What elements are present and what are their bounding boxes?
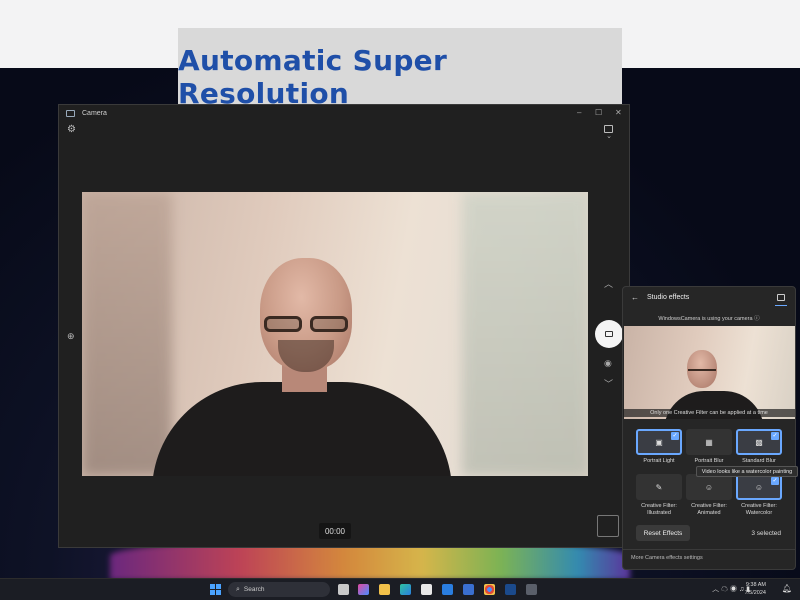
info-icon[interactable]: ⓘ — [754, 316, 760, 322]
edge-icon[interactable] — [400, 584, 411, 595]
camera-app-icon — [66, 109, 75, 117]
last-capture-thumbnail[interactable] — [597, 515, 619, 537]
photo-mode-icon[interactable]: ◉ — [604, 358, 612, 369]
checkmark-icon: ✓ — [771, 432, 779, 440]
standard-blur-tile[interactable]: ▩ ✓ — [736, 429, 782, 455]
chrome-icon[interactable] — [484, 584, 495, 595]
copilot-icon[interactable] — [358, 584, 369, 595]
taskbar: ⌕ Search ︿ ☁ ◉ ♫ ▮ 9:38 AM 7/5/2024 🔔︎ — [0, 578, 800, 600]
portrait-light-tile[interactable]: ▣ ✓ — [636, 429, 682, 455]
checkmark-icon: ✓ — [771, 477, 779, 485]
camera-app-taskbar-icon[interactable] — [526, 584, 537, 595]
camera-preview — [82, 192, 588, 476]
selected-count: 3 selected — [751, 530, 781, 537]
creative-animated-tile[interactable]: ☺ — [686, 474, 732, 500]
illustrated-icon: ✎ — [655, 482, 663, 492]
video-camera-icon — [605, 331, 613, 337]
camera-usage-note: WindowsCamera is using your camera ⓘ — [658, 316, 760, 322]
file-explorer-icon[interactable] — [379, 584, 390, 595]
back-arrow-icon[interactable]: ← — [631, 293, 639, 302]
tile-label: Portrait Blur — [694, 458, 724, 464]
store-icon[interactable] — [421, 584, 432, 595]
studio-title: Studio effects — [647, 294, 690, 301]
chevron-down-icon[interactable]: ﹀ — [604, 377, 613, 390]
search-icon: ⌕ — [236, 585, 240, 593]
chevron-up-icon[interactable]: ︿ — [604, 277, 613, 290]
tile-label: Standard Blur — [742, 458, 776, 464]
portrait-blur-tile[interactable]: ▦ — [686, 429, 732, 455]
recording-timer: 00:00 — [319, 523, 351, 539]
more-settings-link[interactable]: More Camera effects settings — [631, 555, 703, 561]
video-mode-button[interactable] — [595, 320, 623, 348]
zoom-icon[interactable]: ⊕ — [67, 331, 75, 342]
photos-icon[interactable] — [463, 584, 474, 595]
reset-effects-button[interactable]: Reset Effects — [636, 525, 690, 541]
watercolor-icon: ☺ — [754, 482, 764, 492]
divider — [623, 549, 795, 550]
tile-label: Creative Filter: Animated — [691, 503, 727, 516]
creative-watercolor-tile[interactable]: ☺ ✓ — [736, 474, 782, 500]
camera-icon-underline — [775, 305, 787, 306]
animated-icon: ☺ — [704, 482, 714, 492]
camera-window: Camera – ☐ ✕ ⚙ ⌄ ⊕ ︿ ◉ ﹀ 00:00 — [58, 104, 630, 548]
camera-window-title: Camera — [82, 109, 107, 117]
clock-time: 9:38 AM — [745, 582, 766, 588]
studio-preview — [624, 326, 795, 419]
steam-icon[interactable] — [505, 584, 516, 595]
studio-effects-panel: ← Studio effects WindowsCamera is using … — [622, 286, 796, 570]
chevron-down-icon[interactable]: ⌄ — [606, 132, 612, 140]
maximize-button[interactable]: ☐ — [595, 108, 602, 117]
camera-titlebar: Camera — [59, 105, 629, 121]
checkmark-icon: ✓ — [671, 432, 679, 440]
watercolor-tooltip: Video looks like a watercolor painting — [696, 466, 798, 477]
creative-illustrated-tile[interactable]: ✎ — [636, 474, 682, 500]
tile-label: Creative Filter: Illustrated — [641, 503, 677, 516]
filter-note: Only one Creative Filter can be applied … — [623, 409, 795, 417]
camera-icon[interactable] — [777, 294, 785, 301]
tile-label: Portrait Light — [643, 458, 675, 464]
studio-header: ← Studio effects — [623, 293, 795, 307]
portrait-light-icon: ▣ — [655, 437, 663, 447]
banner: Automatic Super Resolution — [178, 28, 622, 110]
settings-gear-icon[interactable]: ⚙ — [67, 124, 76, 135]
minimize-button[interactable]: – — [577, 108, 581, 117]
search-placeholder: Search — [243, 586, 265, 593]
standard-blur-icon: ▩ — [755, 437, 763, 447]
tile-label: Creative Filter: Watercolor — [741, 503, 777, 516]
taskbar-clock[interactable]: 9:38 AM 7/5/2024 — [745, 581, 766, 597]
clock-date: 7/5/2024 — [744, 590, 766, 596]
portrait-blur-icon: ▦ — [705, 437, 713, 447]
mail-icon[interactable] — [442, 584, 453, 595]
taskbar-search[interactable]: ⌕ Search — [228, 582, 330, 597]
task-view-icon[interactable] — [338, 584, 349, 595]
windows-start-icon[interactable] — [210, 584, 221, 595]
notification-bell-icon[interactable]: 🔔︎ — [782, 584, 792, 593]
close-button[interactable]: ✕ — [615, 108, 622, 117]
banner-title: Automatic Super Resolution — [178, 44, 448, 110]
